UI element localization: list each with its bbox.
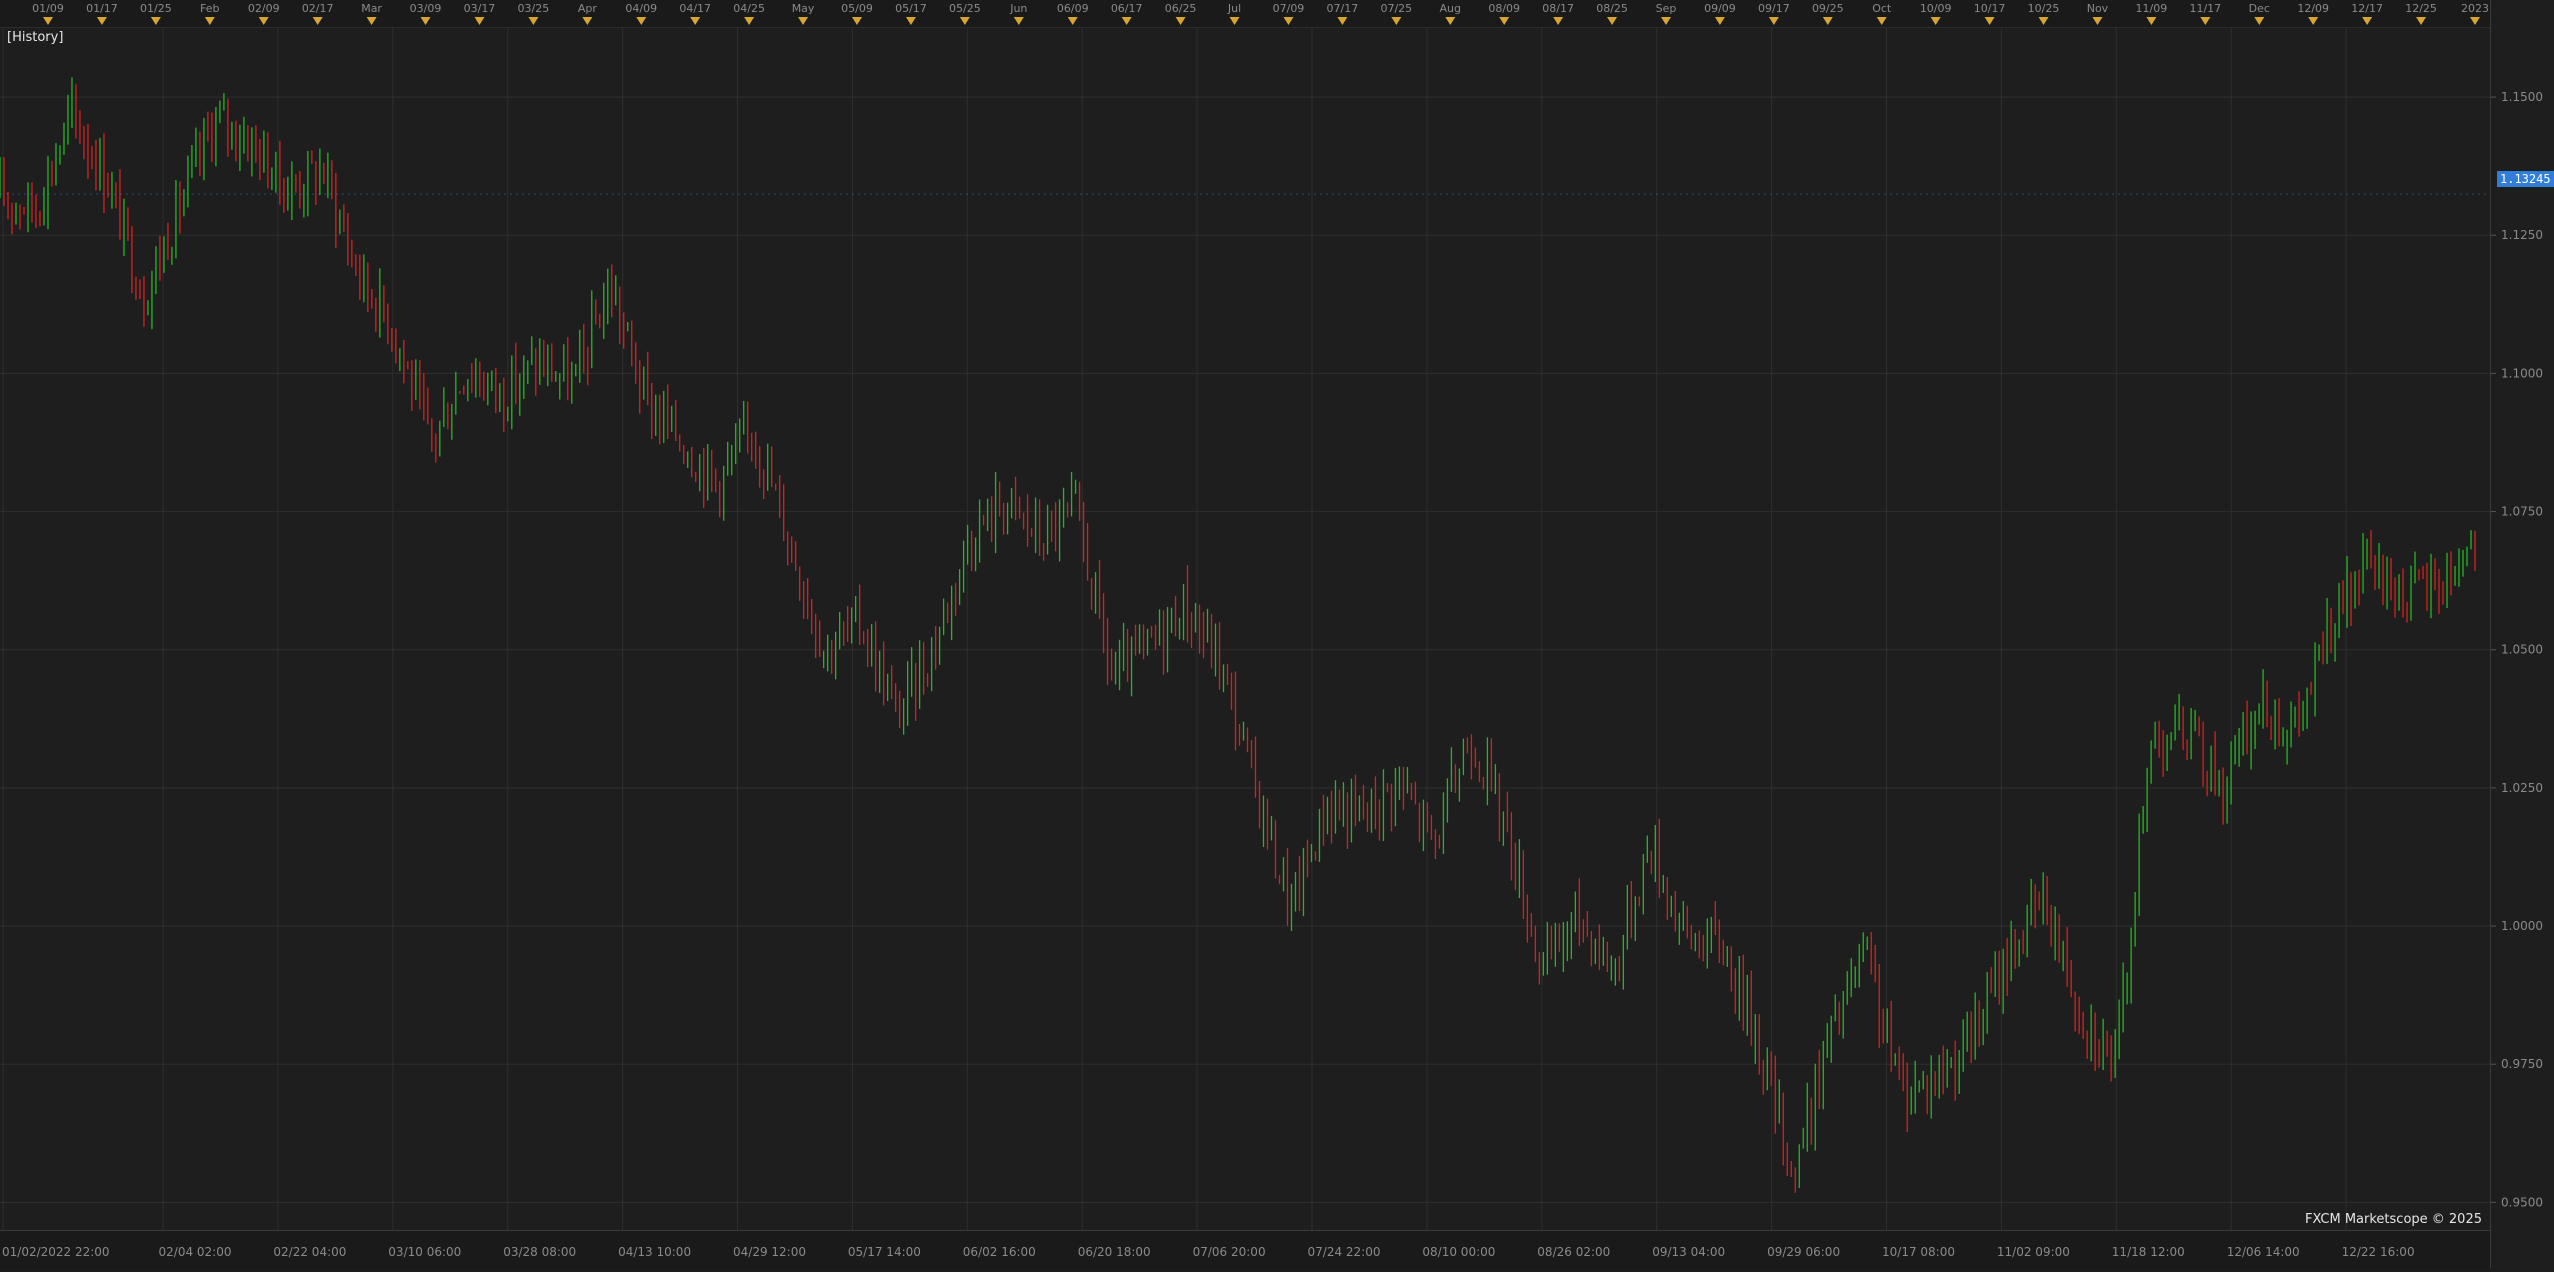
x-tick-label: 12/22 16:00: [2342, 1245, 2415, 1259]
x-tick-label: 06/02 16:00: [963, 1245, 1036, 1259]
x-tick-label: 07/06 20:00: [1193, 1245, 1266, 1259]
x-tick-label: 01/02/2022 22:00: [2, 1245, 110, 1259]
x-tick-label: 11/02 09:00: [1997, 1245, 2070, 1259]
y-tick-label: 0.9750: [2501, 1057, 2543, 1071]
x-tick-label: 06/20 18:00: [1078, 1245, 1151, 1259]
y-tick-label: 0.9500: [2501, 1195, 2543, 1209]
x-tick-label: 05/17 14:00: [848, 1245, 921, 1259]
x-tick-label: 02/22 04:00: [273, 1245, 346, 1259]
y-tick-label: 1.1250: [2501, 228, 2543, 242]
current-price-badge: 1.13245: [2497, 171, 2554, 187]
y-tick-label: 1.1000: [2501, 366, 2543, 380]
price-axis[interactable]: 1.1500 1.1250 1.1000 1.0750 1.0500 1.0250 1.00…: [2490, 0, 2554, 1268]
x-tick-label: 08/26 02:00: [1537, 1245, 1610, 1259]
x-tick-label: 07/24 22:00: [1308, 1245, 1381, 1259]
x-tick-label: 12/06 14:00: [2227, 1245, 2300, 1259]
price-chart[interactable]: [0, 0, 2490, 1230]
x-tick-label: 03/10 06:00: [388, 1245, 461, 1259]
x-tick-label: 02/04 02:00: [159, 1245, 232, 1259]
y-tick-label: 1.0250: [2501, 781, 2543, 795]
price-axis-ticks: 1.1500 1.1250 1.1000 1.0750 1.0500 1.0250 1.00…: [2491, 90, 2543, 1209]
x-tick-label: 03/28 08:00: [503, 1245, 576, 1259]
time-axis[interactable]: 01/02/2022 22:00 02/04 02:00 02/22 04:00 03…: [0, 1230, 2490, 1269]
y-tick-label: 1.0500: [2501, 643, 2543, 657]
candles-series: [0, 77, 2476, 1193]
x-tick-label: 04/29 12:00: [733, 1245, 806, 1259]
x-tick-label: 04/13 10:00: [618, 1245, 691, 1259]
history-label: [History]: [7, 30, 64, 45]
y-tick-label: 1.0000: [2501, 919, 2543, 933]
copyright-text: FXCM Marketscope © 2025: [2304, 1212, 2482, 1227]
x-tick-label: 09/29 06:00: [1767, 1245, 1840, 1259]
y-tick-label: 1.0750: [2501, 505, 2543, 519]
x-tick-label: 10/17 08:00: [1882, 1245, 1955, 1259]
x-tick-label: 08/10 00:00: [1422, 1245, 1495, 1259]
x-tick-label: 11/18 12:00: [2112, 1245, 2185, 1259]
x-tick-label: 09/13 04:00: [1652, 1245, 1725, 1259]
y-tick-label: 1.1500: [2501, 90, 2543, 104]
